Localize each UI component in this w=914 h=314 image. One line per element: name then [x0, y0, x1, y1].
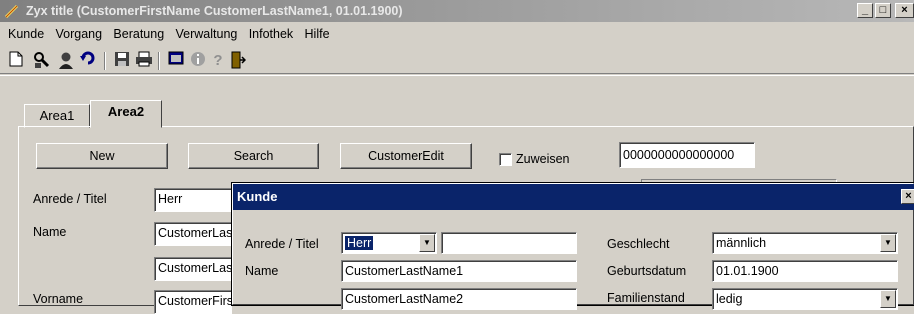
menu-infothek[interactable]: Infothek [245, 22, 297, 46]
menu-kunde[interactable]: Kunde [4, 22, 48, 46]
dialog-titel-field[interactable] [441, 232, 577, 254]
help-icon[interactable]: ? [208, 51, 228, 71]
dialog-name-label: Name [245, 264, 279, 278]
geschlecht-select[interactable]: männlich ▼ [712, 232, 898, 254]
name-field-2[interactable]: CustomerLastName2 [154, 257, 232, 281]
dialog-name-field-1[interactable]: CustomerLastName1 [341, 260, 577, 282]
info-icon[interactable] [188, 51, 208, 71]
window-title: Zyx title (CustomerFirstName CustomerLas… [26, 4, 403, 18]
toolbar-separator [158, 52, 160, 70]
geschlecht-label: Geschlecht [607, 237, 670, 251]
search-button[interactable]: Search [188, 143, 319, 169]
dialog-anrede-select[interactable]: Herr ▼ [341, 232, 437, 254]
search-person-icon[interactable] [32, 51, 52, 71]
menu-verwaltung[interactable]: Verwaltung [172, 22, 242, 46]
menu-hilfe[interactable]: Hilfe [301, 22, 334, 46]
minimize-button[interactable]: _ [857, 3, 873, 18]
dialog-anrede-label: Anrede / Titel [245, 237, 319, 251]
dialog-titlebar[interactable]: Kunde [233, 184, 914, 210]
undo-icon[interactable] [78, 51, 98, 71]
window-titlebar[interactable]: Zyx title (CustomerFirstName CustomerLas… [0, 0, 914, 22]
kunde-dialog: Kunde × Anrede / Titel Herr ▼ Name Custo… [231, 182, 914, 310]
person-icon[interactable] [56, 51, 76, 71]
chevron-down-icon[interactable]: ▼ [419, 234, 435, 252]
app-icon [4, 4, 19, 18]
name-label: Name [33, 225, 67, 239]
chevron-down-icon[interactable]: ▼ [880, 234, 896, 252]
familienstand-select[interactable]: ledig ▼ [712, 288, 898, 310]
vorname-label: Vorname [33, 292, 84, 306]
customer-edit-button[interactable]: CustomerEdit [340, 143, 472, 169]
vorname-field[interactable]: CustomerFirstName [154, 290, 232, 314]
anrede-label: Anrede / Titel [33, 192, 107, 206]
chevron-down-icon[interactable]: ▼ [880, 290, 896, 308]
tab-area1[interactable]: Area1 [24, 104, 90, 128]
menu-beratung[interactable]: Beratung [109, 22, 168, 46]
toolbar: ? [0, 46, 914, 74]
geburtsdatum-field[interactable]: 01.01.1900 [712, 260, 898, 282]
window-icon[interactable] [166, 51, 186, 71]
new-button[interactable]: New [36, 143, 168, 169]
toolbar-separator [104, 52, 106, 70]
menu-vorgang[interactable]: Vorgang [52, 22, 107, 46]
zuweisen-checkbox[interactable] [499, 153, 512, 166]
exit-door-icon[interactable] [228, 51, 248, 71]
tab-area2[interactable]: Area2 [90, 100, 162, 128]
menu-bar: Kunde Vorgang Beratung Verwaltung Infoth… [0, 22, 914, 46]
close-button[interactable]: × [895, 3, 914, 18]
dialog-close-button[interactable]: × [901, 189, 914, 204]
new-document-icon[interactable] [6, 51, 26, 71]
customer-id-field[interactable]: 0000000000000000 [619, 142, 755, 168]
save-icon[interactable] [112, 51, 132, 71]
print-icon[interactable] [134, 51, 154, 71]
maximize-button[interactable]: □ [875, 3, 891, 18]
familienstand-label: Familienstand [607, 291, 685, 305]
dialog-title: Kunde [237, 189, 278, 204]
anrede-field[interactable]: Herr [154, 188, 232, 212]
name-field-1[interactable]: CustomerLastName1 [154, 222, 232, 246]
geburtsdatum-label: Geburtsdatum [607, 264, 687, 278]
dialog-name-field-2[interactable]: CustomerLastName2 [341, 288, 577, 310]
zuweisen-label: Zuweisen [516, 152, 570, 166]
